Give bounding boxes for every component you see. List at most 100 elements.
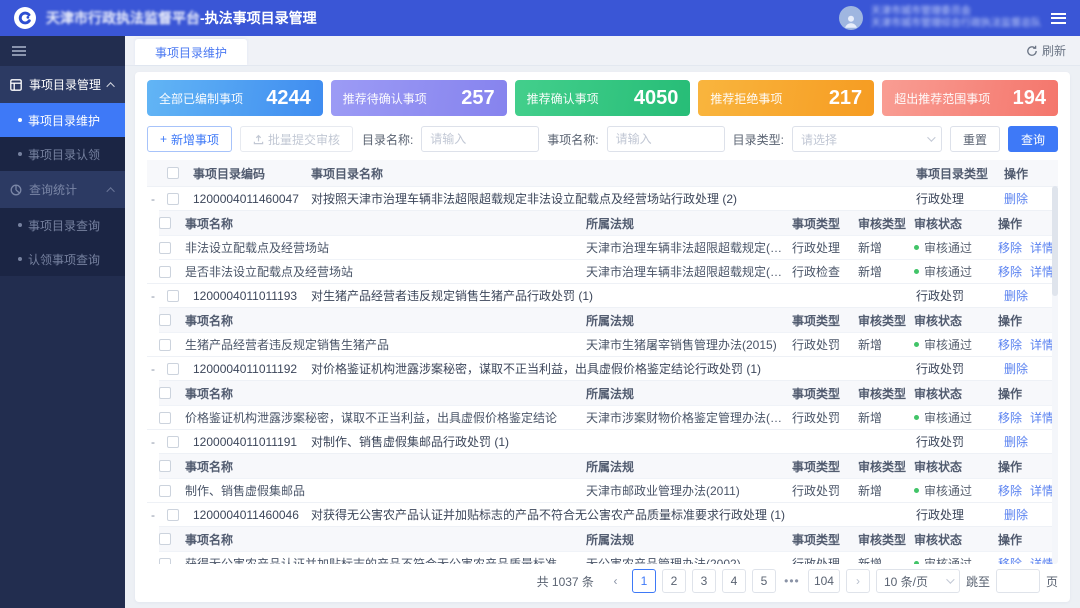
stat-card-confirmed[interactable]: 推荐确认事项 4050 xyxy=(515,80,691,116)
stat-card-all-compiled[interactable]: 全部已编制事项 4244 xyxy=(147,80,323,116)
sub-col-audit-status: 审核状态 xyxy=(914,531,998,548)
delete-link[interactable]: 删除 xyxy=(1004,433,1058,450)
collapse-row-icon[interactable]: - xyxy=(147,362,167,376)
catalog-type-select[interactable]: 请选择 xyxy=(792,126,942,152)
detail-link[interactable]: 详情 xyxy=(1030,482,1054,499)
collapse-row-icon[interactable]: - xyxy=(147,508,167,522)
sub-col-audit-type: 审核类型 xyxy=(858,312,914,329)
item-audit-type: 新增 xyxy=(858,555,914,564)
item-name-input[interactable] xyxy=(607,126,725,152)
row-checkbox[interactable] xyxy=(167,436,179,448)
stat-card-pending-confirm[interactable]: 推荐待确认事项 257 xyxy=(331,80,507,116)
sidebar-item-label: 事项目录认领 xyxy=(28,146,100,163)
collapse-row-icon[interactable]: - xyxy=(147,435,167,449)
reset-button[interactable]: 重置 xyxy=(950,126,1000,152)
tab-bar: 事项目录维护 刷新 xyxy=(125,36,1080,66)
header-menu-icon[interactable] xyxy=(1051,13,1066,24)
next-page-button[interactable]: › xyxy=(846,569,870,593)
row-checkbox[interactable] xyxy=(159,266,171,278)
sidebar-collapse-toggle[interactable] xyxy=(0,36,125,66)
catalog-name-label: 目录名称: xyxy=(362,131,413,148)
scrollbar-thumb[interactable] xyxy=(1052,186,1058,296)
collapse-row-icon[interactable]: - xyxy=(147,289,167,303)
collapse-row-icon[interactable]: - xyxy=(147,192,167,206)
delete-link[interactable]: 删除 xyxy=(1004,506,1058,523)
stat-card-out-of-range[interactable]: 超出推荐范围事项 194 xyxy=(882,80,1058,116)
sidebar-item-catalog-query[interactable]: 事项目录查询 xyxy=(0,208,125,242)
prev-page-button[interactable]: ‹ xyxy=(606,574,626,588)
row-checkbox[interactable] xyxy=(167,363,179,375)
sub-col-name: 事项名称 xyxy=(185,215,586,232)
user-info[interactable]: 天津市城市管理委员会 天津市城市管理综合行政执法监督总队 xyxy=(839,6,1041,30)
detail-link[interactable]: 详情 xyxy=(1030,336,1054,353)
batch-submit-audit-button[interactable]: 批量提交审核 xyxy=(240,126,353,152)
sidebar-group-catalog-management[interactable]: 事项目录管理 xyxy=(0,66,125,103)
table-scrollbar[interactable] xyxy=(1052,186,1058,564)
stat-card-rejected[interactable]: 推荐拒绝事项 217 xyxy=(698,80,874,116)
page-button-4[interactable]: 4 xyxy=(722,569,746,593)
row-checkbox[interactable] xyxy=(167,290,179,302)
row-checkbox[interactable] xyxy=(167,193,179,205)
sub-col-audit-type: 审核类型 xyxy=(858,531,914,548)
catalog-name-input[interactable] xyxy=(421,126,539,152)
tab-catalog-maintain[interactable]: 事项目录维护 xyxy=(135,39,247,65)
collapse-menu-icon[interactable] xyxy=(12,46,26,56)
jump-to-input[interactable] xyxy=(996,569,1040,593)
sidebar-item-claim-query[interactable]: 认领事项查询 xyxy=(0,242,125,276)
user-avatar[interactable] xyxy=(839,6,863,30)
sidebar-group-query-stats[interactable]: 查询统计 xyxy=(0,171,125,208)
row-checkbox[interactable] xyxy=(159,412,171,424)
item-law: 天津市治理车辆非法超限超载规定(2012) xyxy=(586,239,792,256)
remove-link[interactable]: 移除 xyxy=(998,555,1022,564)
sub-col-name: 事项名称 xyxy=(185,458,586,475)
row-checkbox[interactable] xyxy=(159,339,171,351)
sidebar-item-catalog-claim[interactable]: 事项目录认领 xyxy=(0,137,125,171)
detail-link[interactable]: 详情 xyxy=(1030,555,1054,564)
remove-link[interactable]: 移除 xyxy=(998,239,1022,256)
more-pages-button[interactable]: ••• xyxy=(782,574,802,588)
page-button-3[interactable]: 3 xyxy=(692,569,716,593)
remove-link[interactable]: 移除 xyxy=(998,409,1022,426)
stats-icon xyxy=(10,184,22,196)
sidebar-item-catalog-maintain[interactable]: 事项目录维护 xyxy=(0,103,125,137)
stat-card-value: 217 xyxy=(829,87,862,110)
row-checkbox[interactable] xyxy=(159,242,171,254)
select-all-checkbox[interactable] xyxy=(167,167,179,179)
page-button-5[interactable]: 5 xyxy=(752,569,776,593)
sub-table-row: 生猪产品经营者违反规定销售生猪产品 天津市生猪屠宰销售管理办法(2015) 行政… xyxy=(159,332,1058,356)
table-row-group: - 1200004011011192 对价格鉴证机构泄露涉案秘密，谋取不正当利益… xyxy=(147,356,1058,380)
page-button-104[interactable]: 104 xyxy=(808,569,840,593)
delete-link[interactable]: 删除 xyxy=(1004,360,1058,377)
page-button-1[interactable]: 1 xyxy=(632,569,656,593)
add-item-button[interactable]: + 新增事项 xyxy=(147,126,232,152)
col-code: 事项目录编码 xyxy=(193,165,311,182)
detail-link[interactable]: 详情 xyxy=(1030,409,1054,426)
sub-table-header: 事项名称 所属法规 事项类型 审核类型 审核状态 操作 xyxy=(159,527,1058,551)
detail-link[interactable]: 详情 xyxy=(1030,239,1054,256)
search-button[interactable]: 查询 xyxy=(1008,126,1058,152)
select-all-checkbox[interactable] xyxy=(159,217,171,229)
detail-link[interactable]: 详情 xyxy=(1030,263,1054,280)
stat-card-value: 4050 xyxy=(634,87,679,110)
refresh-button[interactable]: 刷新 xyxy=(1026,42,1066,59)
item-audit-type: 新增 xyxy=(858,239,914,256)
row-checkbox[interactable] xyxy=(159,485,171,497)
delete-link[interactable]: 删除 xyxy=(1004,190,1058,207)
table-row-group: - 1200004011011193 对生猪产品经营者违反规定销售生猪产品行政处… xyxy=(147,283,1058,307)
delete-link[interactable]: 删除 xyxy=(1004,287,1058,304)
status-badge: 审核通过 xyxy=(924,555,972,564)
status-badge: 审核通过 xyxy=(924,482,972,499)
item-name: 制作、销售虚假集邮品 xyxy=(185,482,586,499)
remove-link[interactable]: 移除 xyxy=(998,482,1022,499)
page-size-select[interactable]: 10 条/页 xyxy=(876,569,960,593)
pagination: 共 1037 条 ‹ 1 2 3 4 5 ••• 104 › 10 条/页 跳至… xyxy=(147,566,1058,596)
select-all-checkbox[interactable] xyxy=(159,314,171,326)
select-all-checkbox[interactable] xyxy=(159,460,171,472)
row-checkbox[interactable] xyxy=(159,558,171,565)
row-checkbox[interactable] xyxy=(167,509,179,521)
select-all-checkbox[interactable] xyxy=(159,387,171,399)
select-all-checkbox[interactable] xyxy=(159,533,171,545)
page-button-2[interactable]: 2 xyxy=(662,569,686,593)
remove-link[interactable]: 移除 xyxy=(998,336,1022,353)
remove-link[interactable]: 移除 xyxy=(998,263,1022,280)
